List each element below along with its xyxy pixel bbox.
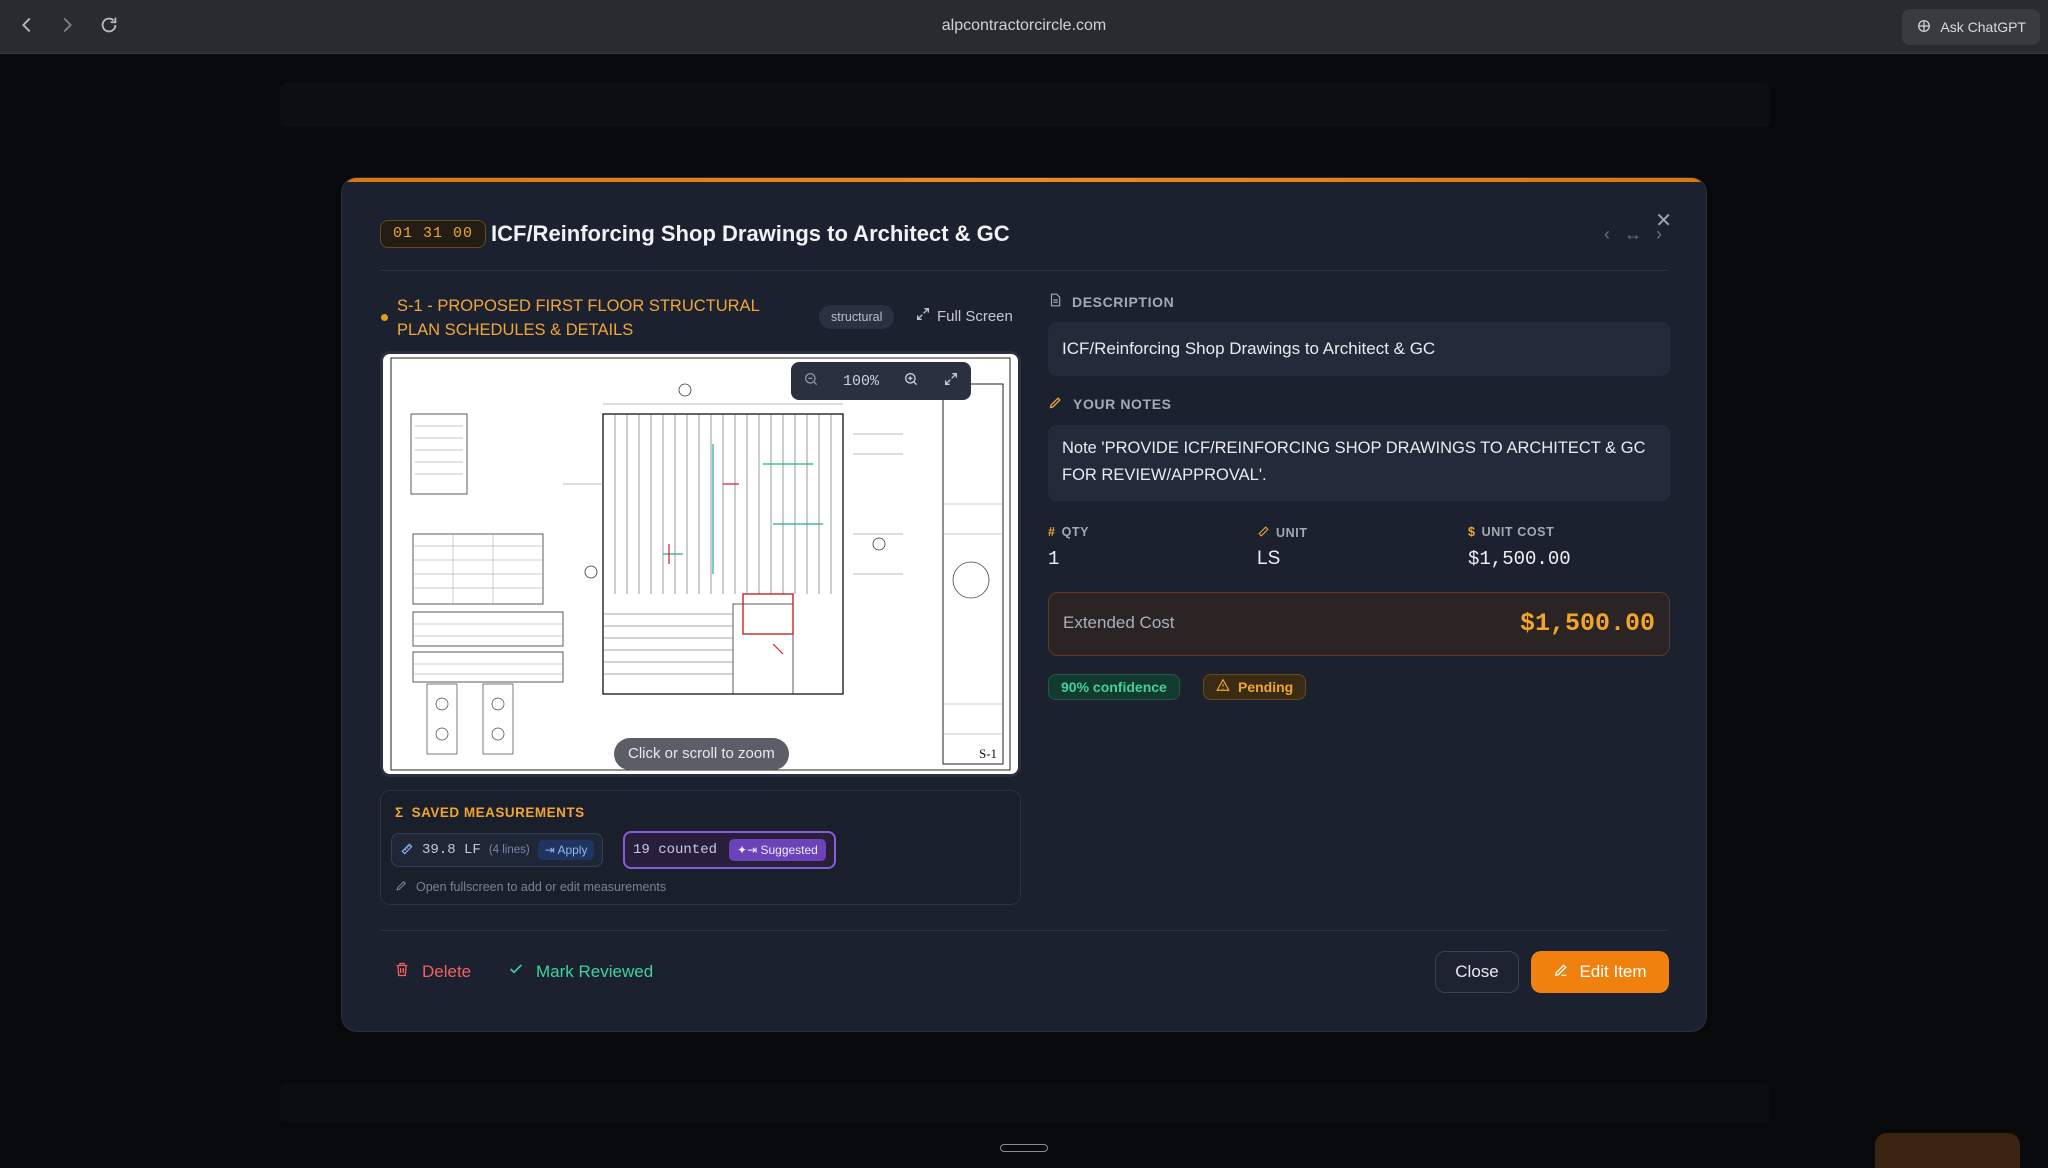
status-label: Pending bbox=[1238, 679, 1294, 695]
modal-accent-bar bbox=[342, 178, 1706, 182]
trash-icon bbox=[394, 961, 410, 983]
notes-label: YOUR NOTES bbox=[1073, 396, 1172, 412]
extended-cost-label: Extended Cost bbox=[1063, 613, 1175, 632]
unit-cost-heading: $ UNIT COST bbox=[1468, 525, 1554, 539]
home-indicator bbox=[1000, 1144, 1048, 1152]
extended-cost-box: Extended Cost $1,500.00 bbox=[1048, 592, 1670, 656]
sheet-number-text: S-1 bbox=[979, 746, 997, 761]
unit-value: LS bbox=[1257, 548, 1281, 569]
qty-value: 1 bbox=[1048, 548, 1060, 570]
saved-measurements-panel: Σ SAVED MEASUREMENTS 39.8 LF (4 lines) ⇥… bbox=[380, 790, 1021, 905]
notes-value[interactable]: Note 'PROVIDE ICF/REINFORCING SHOP DRAWI… bbox=[1048, 425, 1670, 501]
dollar-icon: $ bbox=[1468, 525, 1476, 539]
background-header bbox=[280, 83, 1770, 127]
qty-label: QTY bbox=[1061, 525, 1090, 539]
unit-cost-label: UNIT COST bbox=[1481, 525, 1555, 539]
length-measurement-chip[interactable]: 39.8 LF (4 lines) ⇥ Apply bbox=[391, 833, 604, 867]
description-label: DESCRIPTION bbox=[1072, 293, 1175, 310]
confidence-badge: 90% confidence bbox=[1048, 674, 1180, 700]
count-value: 19 counted bbox=[633, 842, 718, 858]
item-pager: ‹ ↔ › bbox=[1604, 224, 1662, 245]
suggested-button[interactable]: ✦⇥ Suggested bbox=[729, 839, 826, 861]
saved-measurements-label: SAVED MEASUREMENTS bbox=[411, 805, 585, 820]
description-value: ICF/Reinforcing Shop Drawings to Archite… bbox=[1048, 322, 1670, 376]
discipline-tag: structural bbox=[819, 305, 895, 329]
zoom-hint: Click or scroll to zoom bbox=[614, 738, 789, 770]
count-measurement-chip[interactable]: 19 counted ✦⇥ Suggested bbox=[623, 831, 836, 869]
background-action-button bbox=[1875, 1133, 2020, 1168]
apply-label: Apply bbox=[557, 843, 588, 857]
zoom-level: 100% bbox=[842, 372, 879, 390]
length-sub: (4 lines) bbox=[488, 844, 530, 856]
ask-chatgpt-label: Ask ChatGPT bbox=[1940, 19, 2026, 35]
close-icon[interactable]: ✕ bbox=[1655, 208, 1672, 233]
measurements-hint-text: Open fullscreen to add or edit measureme… bbox=[416, 880, 667, 894]
address-bar[interactable]: alpcontractorcircle.com bbox=[0, 17, 2048, 35]
sheet-title: S-1 - PROPOSED FIRST FLOOR STRUCTURAL PL… bbox=[397, 297, 760, 339]
zoom-out-icon[interactable] bbox=[803, 371, 819, 391]
hash-icon: # bbox=[1048, 525, 1056, 539]
mark-reviewed-button[interactable]: Mark Reviewed bbox=[508, 961, 653, 982]
modal-title: ICF/Reinforcing Shop Drawings to Archite… bbox=[491, 221, 1010, 246]
fit-expand-icon[interactable] bbox=[943, 371, 959, 391]
edit-item-button[interactable]: Edit Item bbox=[1531, 951, 1669, 993]
header-divider bbox=[380, 270, 1668, 271]
apply-button[interactable]: ⇥ Apply bbox=[537, 840, 595, 860]
check-icon bbox=[508, 961, 524, 982]
ruler-icon bbox=[400, 842, 414, 859]
zoom-in-icon[interactable] bbox=[903, 371, 919, 391]
full-screen-label: Full Screen bbox=[937, 307, 1013, 325]
unit-cost-value: $1,500.00 bbox=[1468, 548, 1571, 570]
background-row bbox=[280, 1083, 1770, 1123]
measurements-hint: Open fullscreen to add or edit measureme… bbox=[395, 879, 666, 895]
structural-plan-drawing: S-1 bbox=[390, 357, 1011, 771]
unit-label: UNIT bbox=[1276, 526, 1308, 540]
item-detail-modal: 01 31 00 ICF/Reinforcing Shop Drawings t… bbox=[341, 177, 1707, 1032]
delete-label: Delete bbox=[422, 962, 472, 981]
close-button[interactable]: Close bbox=[1435, 951, 1519, 993]
ask-chatgpt-button[interactable]: Ask ChatGPT bbox=[1902, 9, 2040, 45]
sheet-indicator-dot bbox=[381, 314, 388, 321]
pencil-icon bbox=[395, 879, 408, 895]
plan-sheet-viewer[interactable]: S-1 bbox=[380, 351, 1021, 777]
edit-item-label: Edit Item bbox=[1579, 962, 1647, 981]
status-badge: Pending bbox=[1203, 674, 1307, 700]
suggested-label: Suggested bbox=[760, 843, 818, 857]
full-screen-button[interactable]: Full Screen bbox=[915, 306, 1013, 326]
browser-toolbar: alpcontractorcircle.com Ask ChatGPT bbox=[0, 0, 2048, 54]
pencil-icon bbox=[1553, 962, 1569, 983]
csi-code-badge: 01 31 00 bbox=[380, 220, 487, 248]
document-icon bbox=[1048, 292, 1062, 311]
expand-icon bbox=[915, 306, 931, 326]
ruler-icon bbox=[1257, 525, 1270, 541]
notes-heading: YOUR NOTES bbox=[1048, 395, 1172, 413]
description-heading: DESCRIPTION bbox=[1048, 292, 1174, 311]
footer-divider bbox=[380, 930, 1668, 931]
extended-cost-value: $1,500.00 bbox=[1519, 609, 1655, 638]
saved-measurements-title: Σ SAVED MEASUREMENTS bbox=[395, 805, 585, 820]
pencil-icon bbox=[1048, 395, 1063, 413]
delete-button[interactable]: Delete bbox=[394, 961, 471, 983]
chatgpt-icon bbox=[1916, 18, 1932, 37]
zoom-controls: 100% bbox=[791, 362, 971, 400]
qty-heading: # QTY bbox=[1048, 525, 1089, 539]
mark-reviewed-label: Mark Reviewed bbox=[536, 961, 654, 981]
length-value: 39.8 LF bbox=[422, 842, 481, 858]
navigate-arrows-icon: ↔ bbox=[1624, 224, 1642, 244]
warning-icon bbox=[1216, 675, 1230, 699]
unit-heading: UNIT bbox=[1257, 525, 1308, 541]
previous-item-icon[interactable]: ‹ bbox=[1604, 224, 1610, 245]
sigma-icon: Σ bbox=[395, 805, 404, 820]
